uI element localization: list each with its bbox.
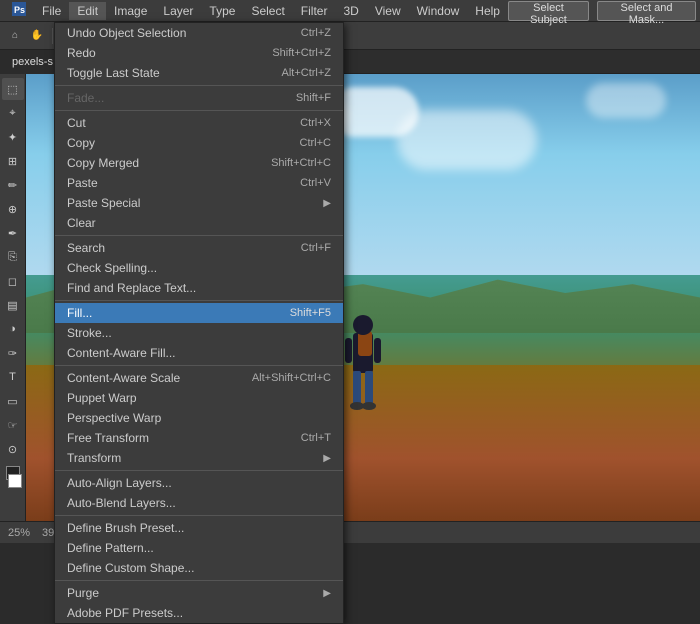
menu-copy[interactable]: Copy Ctrl+C bbox=[55, 133, 343, 153]
menu-cut[interactable]: Cut Ctrl+X bbox=[55, 113, 343, 133]
menu-clear[interactable]: Clear bbox=[55, 213, 343, 233]
menu-content-aware-fill[interactable]: Content-Aware Fill... bbox=[55, 343, 343, 363]
menu-type[interactable]: Type bbox=[201, 2, 243, 20]
eyedropper-tool[interactable]: ✏ bbox=[2, 174, 24, 196]
menu-define-brush[interactable]: Define Brush Preset... bbox=[55, 518, 343, 538]
menu-window[interactable]: Window bbox=[409, 2, 468, 20]
menu-filter[interactable]: Filter bbox=[293, 2, 336, 20]
menu-perspective-warp[interactable]: Perspective Warp bbox=[55, 408, 343, 428]
separator-6 bbox=[55, 470, 343, 471]
menu-undo[interactable]: Undo Object Selection Ctrl+Z bbox=[55, 23, 343, 43]
select-mask-button[interactable]: Select and Mask... bbox=[597, 1, 696, 21]
menu-paste-special[interactable]: Paste Special ▶ bbox=[55, 193, 343, 213]
zoom-nav-tool[interactable]: ⊙ bbox=[2, 438, 24, 460]
separator-1 bbox=[55, 85, 343, 86]
menu-file[interactable]: File bbox=[34, 2, 69, 20]
menu-purge[interactable]: Purge ▶ bbox=[55, 583, 343, 603]
menu-define-custom-shape[interactable]: Define Custom Shape... bbox=[55, 558, 343, 578]
menu-fill[interactable]: Fill... Shift+F5 bbox=[55, 303, 343, 323]
menu-free-transform[interactable]: Free Transform Ctrl+T bbox=[55, 428, 343, 448]
menu-3d[interactable]: 3D bbox=[335, 2, 366, 20]
home-icon[interactable]: ⌂ bbox=[6, 27, 24, 45]
menu-view[interactable]: View bbox=[367, 2, 409, 20]
menu-search[interactable]: Search Ctrl+F bbox=[55, 238, 343, 258]
menu-stroke[interactable]: Stroke... bbox=[55, 323, 343, 343]
clone-tool[interactable]: ⎘ bbox=[2, 246, 24, 268]
menu-copy-merged[interactable]: Copy Merged Shift+Ctrl+C bbox=[55, 153, 343, 173]
menu-adobe-pdf[interactable]: Adobe PDF Presets... bbox=[55, 603, 343, 623]
menu-paste[interactable]: Paste Ctrl+V bbox=[55, 173, 343, 193]
pen-tool[interactable]: ✑ bbox=[2, 342, 24, 364]
menu-ps[interactable]: Ps bbox=[4, 0, 34, 21]
menu-check-spelling[interactable]: Check Spelling... bbox=[55, 258, 343, 278]
hand-nav-tool[interactable]: ☞ bbox=[2, 414, 24, 436]
separator-4 bbox=[55, 300, 343, 301]
menu-redo[interactable]: Redo Shift+Ctrl+Z bbox=[55, 43, 343, 63]
menu-select[interactable]: Select bbox=[243, 2, 292, 20]
menu-define-pattern[interactable]: Define Pattern... bbox=[55, 538, 343, 558]
separator-3 bbox=[55, 235, 343, 236]
menu-puppet-warp[interactable]: Puppet Warp bbox=[55, 388, 343, 408]
menu-bar: Ps File Edit Image Layer Type Select Fil… bbox=[0, 0, 700, 22]
menu-fade: Fade... Shift+F bbox=[55, 88, 343, 108]
selection-tool[interactable]: ⬚ bbox=[2, 78, 24, 100]
menu-transform[interactable]: Transform ▶ bbox=[55, 448, 343, 468]
brush-tool[interactable]: ✒ bbox=[2, 222, 24, 244]
menu-auto-blend[interactable]: Auto-Blend Layers... bbox=[55, 493, 343, 513]
separator-7 bbox=[55, 515, 343, 516]
text-tool[interactable]: T bbox=[2, 366, 24, 388]
eraser-tool[interactable]: ◻ bbox=[2, 270, 24, 292]
select-subject-button[interactable]: Select Subject bbox=[508, 1, 589, 21]
edit-dropdown-menu: Undo Object Selection Ctrl+Z Redo Shift+… bbox=[54, 22, 344, 624]
menu-layer[interactable]: Layer bbox=[155, 2, 201, 20]
crop-tool[interactable]: ⊞ bbox=[2, 150, 24, 172]
separator-8 bbox=[55, 580, 343, 581]
svg-text:Ps: Ps bbox=[14, 5, 25, 15]
zoom-level: 25% bbox=[8, 527, 30, 539]
separator-2 bbox=[55, 110, 343, 111]
dodge-tool[interactable]: ◑ bbox=[2, 318, 24, 340]
gradient-tool[interactable]: ▤ bbox=[2, 294, 24, 316]
menu-edit[interactable]: Edit bbox=[69, 2, 106, 20]
lasso-tool[interactable]: ⌖ bbox=[2, 102, 24, 124]
left-toolbar: ⬚ ⌖ ✦ ⊞ ✏ ⊕ ✒ ⎘ ◻ ▤ ◑ ✑ T ▭ ☞ ⊙ bbox=[0, 74, 26, 521]
menu-toggle-state[interactable]: Toggle Last State Alt+Ctrl+Z bbox=[55, 63, 343, 83]
hand-icon[interactable]: ✋ bbox=[28, 27, 46, 45]
separator-5 bbox=[55, 365, 343, 366]
tab-filename: pexels-s bbox=[12, 56, 53, 68]
menu-find-replace[interactable]: Find and Replace Text... bbox=[55, 278, 343, 298]
shape-tool[interactable]: ▭ bbox=[2, 390, 24, 412]
menu-image[interactable]: Image bbox=[106, 2, 155, 20]
menu-auto-align[interactable]: Auto-Align Layers... bbox=[55, 473, 343, 493]
heal-tool[interactable]: ⊕ bbox=[2, 198, 24, 220]
menu-help[interactable]: Help bbox=[467, 2, 508, 20]
wand-tool[interactable]: ✦ bbox=[2, 126, 24, 148]
menu-content-aware-scale[interactable]: Content-Aware Scale Alt+Shift+Ctrl+C bbox=[55, 368, 343, 388]
